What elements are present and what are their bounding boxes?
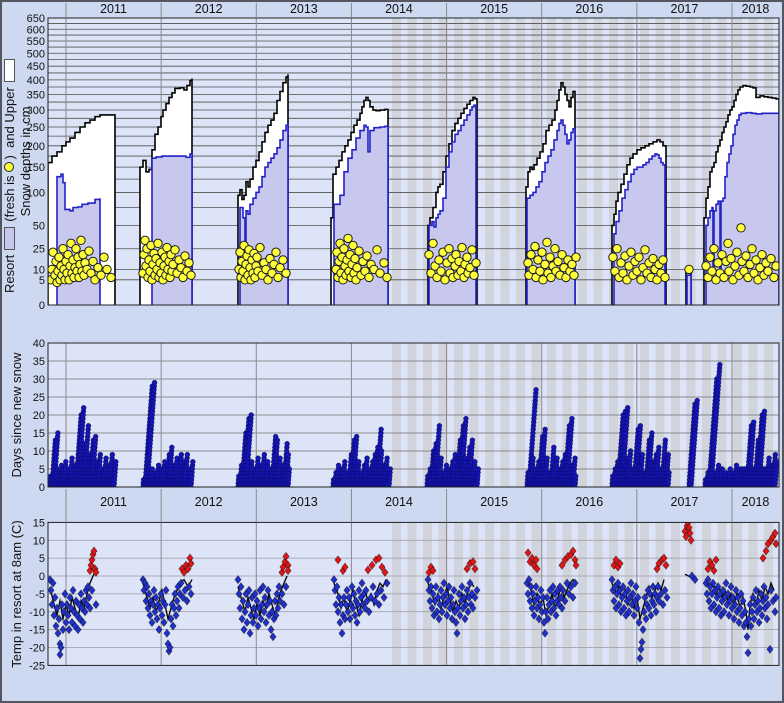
snow-axis-title-fresh: (fresh is [2,175,17,221]
year-label-2011: 2011 [84,495,144,509]
temp-axis-title: Temp in resort at 8am (C) [8,522,24,666]
year-label-2014: 2014 [369,495,429,509]
year-label-2014: 2014 [369,2,429,16]
snow-axis-title-line2: Snow depths in cm [17,18,33,305]
snow-history-figure: Resort (fresh is ) and Upper Snow depths i… [0,0,784,703]
year-label-2016: 2016 [559,2,619,16]
year-label-2011: 2011 [84,2,144,16]
year-label-2015: 2015 [464,2,524,16]
fresh-snow-dot-icon [4,162,14,172]
days-axis-title: Days since new snow [8,343,24,487]
year-label-2018: 2018 [725,495,784,509]
year-label-2018: 2018 [725,2,784,16]
year-label-2012: 2012 [179,2,239,16]
year-label-2015: 2015 [464,495,524,509]
year-label-2013: 2013 [274,495,334,509]
year-label-2017: 2017 [654,495,714,509]
resort-fill-swatch [4,227,15,250]
year-label-2017: 2017 [654,2,714,16]
upper-fill-swatch [4,59,15,82]
snow-axis-title-upper: ) and Upper [2,87,17,159]
year-label-2016: 2016 [559,495,619,509]
snow-axis-title: Resort (fresh is ) and Upper [1,6,17,305]
snow-axis-title-resort: Resort [2,255,17,293]
year-label-2012: 2012 [179,495,239,509]
snow-history-chart-canvas [0,0,784,703]
year-label-2013: 2013 [274,2,334,16]
